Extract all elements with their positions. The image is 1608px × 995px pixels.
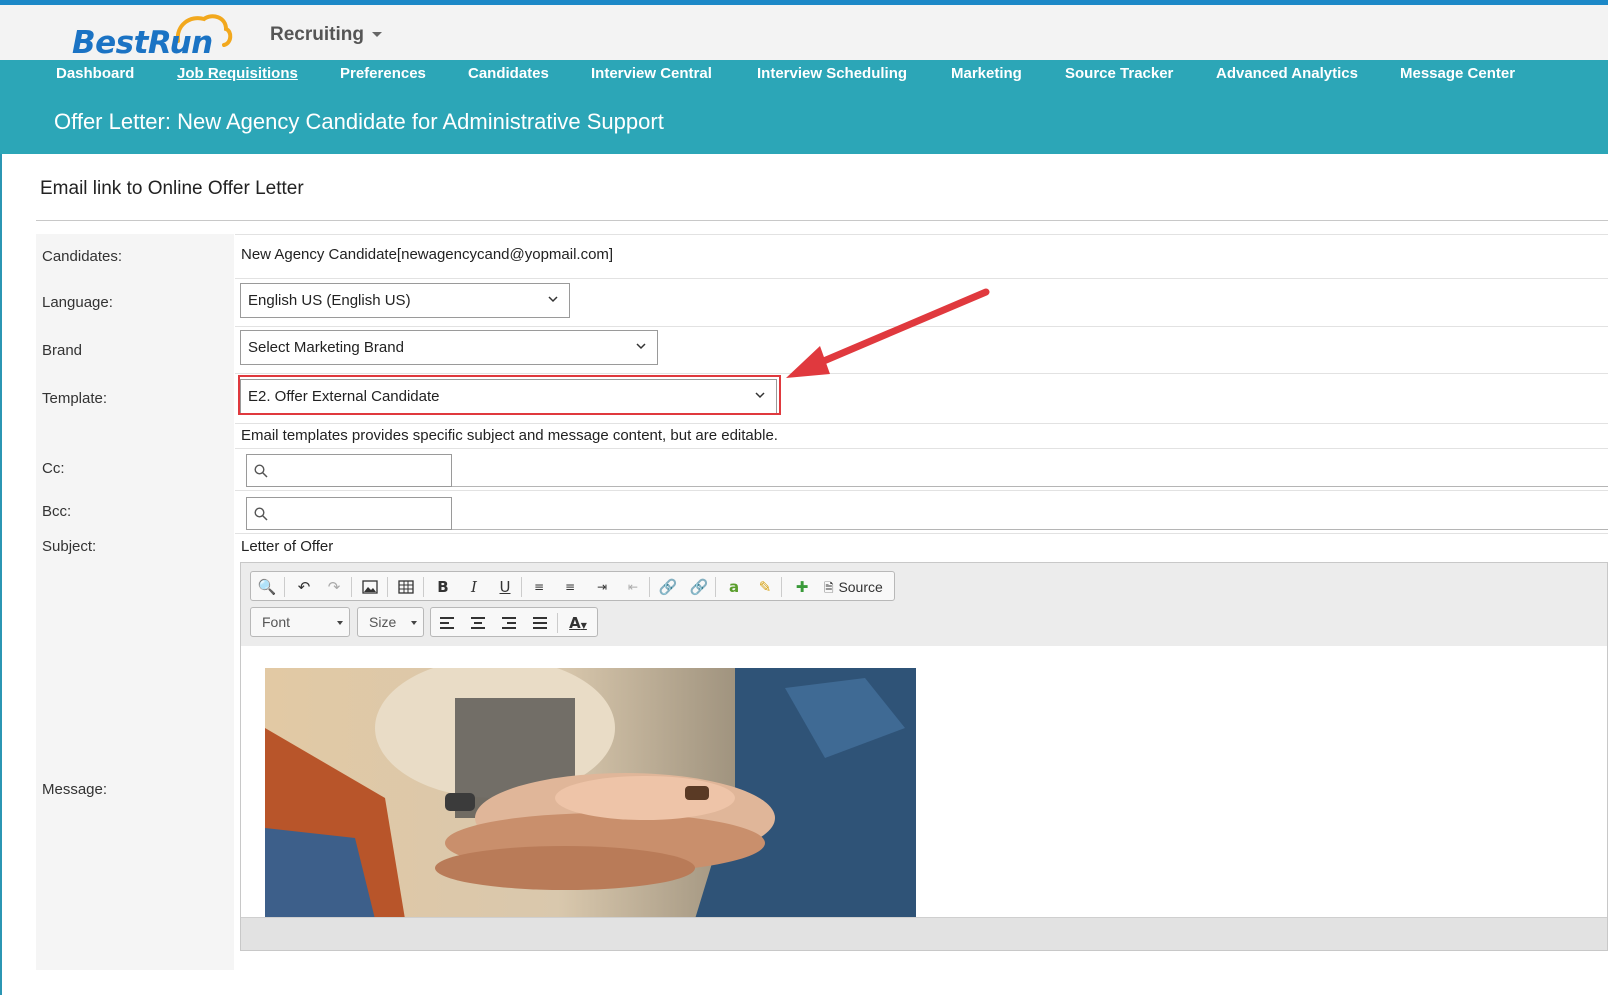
editor-toolbar: 🔍 ↶ ↷ B I U ≡ ≡ ⇥ ⇤ 🔗 🔗 a ✎ ✚ 🗎 Source F… bbox=[241, 563, 1607, 647]
bcc-label: Bcc: bbox=[42, 503, 72, 520]
red-arrow-annotation bbox=[786, 288, 990, 378]
source-icon: 🗎 bbox=[824, 581, 834, 595]
align-right-icon[interactable] bbox=[498, 613, 520, 633]
row-template-hint: Email templates provides specific subjec… bbox=[36, 423, 1608, 448]
page-title-bar: Offer Letter: New Agency Candidate for A… bbox=[0, 88, 1608, 154]
source-label: Source bbox=[838, 579, 883, 595]
template-label: Template: bbox=[42, 390, 108, 407]
bcc-field-underline bbox=[452, 529, 1608, 530]
nav-marketing[interactable]: Marketing bbox=[951, 65, 1022, 82]
section-divider bbox=[36, 220, 1608, 221]
logo-text: BestRun bbox=[72, 25, 213, 61]
justify-icon[interactable] bbox=[529, 613, 551, 633]
module-switcher[interactable]: Recruiting bbox=[270, 24, 382, 46]
page-title: Offer Letter: New Agency Candidate for A… bbox=[54, 109, 664, 134]
row-candidates: Candidates: New Agency Candidate[newagen… bbox=[36, 234, 1608, 278]
nav-dashboard[interactable]: Dashboard bbox=[56, 65, 134, 82]
highlight-icon[interactable]: ✎ bbox=[754, 577, 776, 597]
align-left-icon[interactable] bbox=[436, 613, 458, 633]
module-label: Recruiting bbox=[270, 24, 364, 45]
left-border bbox=[0, 154, 2, 995]
nav-candidates[interactable]: Candidates bbox=[468, 65, 549, 82]
chevron-down-icon bbox=[337, 621, 343, 625]
redo-icon[interactable]: ↷ bbox=[323, 577, 345, 597]
bold-icon[interactable]: B bbox=[432, 577, 454, 597]
text-color-icon[interactable]: A▼ bbox=[564, 613, 592, 633]
underline-icon[interactable]: U bbox=[494, 577, 516, 597]
search-icon bbox=[254, 507, 268, 521]
chevron-down-icon bbox=[371, 32, 382, 38]
source-button[interactable]: 🗎 Source bbox=[824, 577, 892, 597]
size-dropdown[interactable]: Size bbox=[357, 607, 424, 637]
template-highlight-box bbox=[238, 375, 781, 415]
editor-status-bar bbox=[241, 917, 1607, 950]
chevron-down-icon bbox=[411, 621, 417, 625]
table-icon[interactable] bbox=[395, 577, 417, 597]
language-value: English US (English US) bbox=[248, 292, 411, 309]
main-navigation: Dashboard Job Requisitions Preferences C… bbox=[0, 60, 1608, 88]
align-center-icon[interactable] bbox=[467, 613, 489, 633]
brand-placeholder: Select Marketing Brand bbox=[248, 339, 404, 356]
nav-interview-scheduling[interactable]: Interview Scheduling bbox=[757, 65, 907, 82]
bestrun-logo[interactable]: BestRun bbox=[70, 11, 240, 61]
stacked-hands-photo bbox=[265, 668, 916, 919]
language-select[interactable]: English US (English US) bbox=[240, 283, 570, 318]
preview-icon[interactable]: 🔍 bbox=[256, 577, 278, 597]
unlink-icon[interactable]: 🔗 bbox=[688, 577, 710, 597]
font-label: Font bbox=[262, 614, 291, 630]
nav-message-center[interactable]: Message Center bbox=[1400, 65, 1515, 82]
size-label: Size bbox=[369, 614, 397, 630]
cc-input[interactable] bbox=[275, 459, 449, 484]
app-header: BestRun Recruiting bbox=[0, 5, 1608, 61]
cc-label: Cc: bbox=[42, 460, 65, 477]
row-bcc: Bcc: bbox=[36, 490, 1608, 533]
editor-content[interactable] bbox=[241, 646, 1607, 919]
nav-preferences[interactable]: Preferences bbox=[340, 65, 426, 82]
subject-value: Letter of Offer bbox=[241, 538, 334, 555]
bulleted-list-icon[interactable]: ≡ bbox=[559, 577, 581, 597]
italic-icon[interactable]: I bbox=[463, 577, 485, 597]
candidates-label: Candidates: bbox=[42, 248, 123, 265]
image-icon[interactable] bbox=[359, 577, 381, 597]
message-editor: 🔍 ↶ ↷ B I U ≡ ≡ ⇥ ⇤ 🔗 🔗 a ✎ ✚ 🗎 Source F… bbox=[240, 562, 1608, 951]
toolbar-group-align: A▼ bbox=[430, 607, 598, 637]
font-dropdown[interactable]: Font bbox=[250, 607, 350, 637]
chevron-down-icon bbox=[548, 296, 558, 303]
numbered-list-icon[interactable]: ≡ bbox=[528, 577, 550, 597]
undo-icon[interactable]: ↶ bbox=[293, 577, 315, 597]
brand-label: Brand bbox=[42, 342, 83, 359]
row-subject: Subject: Letter of Offer bbox=[36, 533, 1608, 560]
nav-job-requisitions[interactable]: Job Requisitions bbox=[177, 65, 298, 82]
subject-label: Subject: bbox=[42, 538, 97, 555]
cc-search-field[interactable] bbox=[246, 454, 452, 487]
bcc-input[interactable] bbox=[275, 502, 449, 527]
search-icon bbox=[254, 464, 268, 478]
bcc-search-field[interactable] bbox=[246, 497, 452, 530]
row-cc: Cc: bbox=[36, 448, 1608, 490]
language-label: Language: bbox=[42, 294, 113, 311]
nav-source-tracker[interactable]: Source Tracker bbox=[1065, 65, 1173, 82]
brand-select[interactable]: Select Marketing Brand bbox=[240, 330, 658, 365]
outdent-icon[interactable]: ⇤ bbox=[622, 577, 644, 597]
nav-advanced-analytics[interactable]: Advanced Analytics bbox=[1216, 65, 1358, 82]
indent-icon[interactable]: ⇥ bbox=[591, 577, 613, 597]
candidates-value: New Agency Candidate[newagencycand@yopma… bbox=[241, 246, 614, 263]
toolbar-group-main: 🔍 ↶ ↷ B I U ≡ ≡ ⇥ ⇤ 🔗 🔗 a ✎ ✚ 🗎 Source bbox=[250, 571, 895, 601]
cc-field-underline bbox=[452, 486, 1608, 487]
subject-field[interactable]: Letter of Offer bbox=[235, 533, 1608, 560]
spellcheck-icon[interactable]: a bbox=[723, 577, 745, 597]
insert-field-icon[interactable]: ✚ bbox=[791, 577, 813, 597]
link-icon[interactable]: 🔗 bbox=[657, 577, 679, 597]
nav-interview-central[interactable]: Interview Central bbox=[591, 65, 712, 82]
chevron-down-icon bbox=[636, 343, 646, 350]
message-label: Message: bbox=[42, 781, 108, 798]
template-hint: Email templates provides specific subjec… bbox=[241, 427, 778, 444]
section-title: Email link to Online Offer Letter bbox=[40, 178, 304, 199]
